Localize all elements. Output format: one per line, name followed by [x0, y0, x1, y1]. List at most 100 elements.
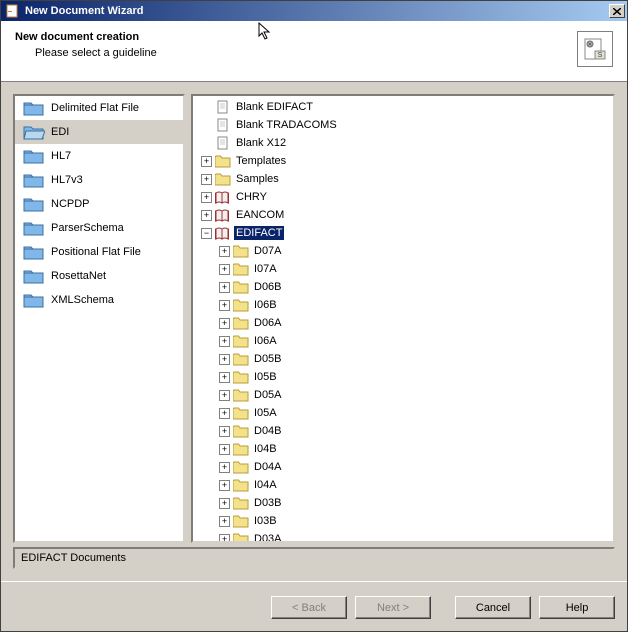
category-item[interactable]: XMLSchema [15, 288, 183, 312]
expand-icon[interactable]: + [219, 264, 230, 275]
tree-node[interactable]: + D04B [197, 422, 613, 440]
expand-icon[interactable]: + [219, 480, 230, 491]
wizard-header: New document creation Please select a gu… [1, 21, 627, 82]
tree-node[interactable]: +D05B [197, 350, 613, 368]
folder-icon [233, 370, 249, 384]
window-title: New Document Wizard [25, 5, 143, 17]
tree-node[interactable]: Blank X12 [197, 134, 613, 152]
category-item[interactable]: EDI [15, 120, 183, 144]
collapse-icon[interactable]: − [201, 228, 212, 239]
tree-node[interactable]: +D07A [197, 242, 613, 260]
tree-node-label: EANCOM [234, 208, 286, 222]
category-item[interactable]: Positional Flat File [15, 240, 183, 264]
tree-node[interactable]: Blank TRADACOMS [197, 116, 613, 134]
category-item[interactable]: NCPDP [15, 192, 183, 216]
category-item[interactable]: RosettaNet [15, 264, 183, 288]
expand-icon[interactable]: + [219, 300, 230, 311]
folder-icon [233, 316, 249, 330]
tree-node[interactable]: Blank EDIFACT [197, 98, 613, 116]
tree-node[interactable]: +I06B [197, 296, 613, 314]
category-list[interactable]: Delimited Flat FileEDI HL7 HL7v3NCPDPParse… [13, 94, 185, 543]
expand-icon[interactable]: + [219, 498, 230, 509]
tree-node-label: Samples [234, 172, 281, 186]
expand-icon[interactable]: + [219, 354, 230, 365]
folder-icon [233, 334, 249, 348]
wizard-window: New Document Wizard New document creatio… [0, 0, 628, 632]
tree-node[interactable]: +I03B [197, 512, 613, 530]
back-button[interactable]: < Back [271, 596, 347, 619]
expand-icon[interactable]: + [219, 426, 230, 437]
category-item[interactable]: ParserSchema [15, 216, 183, 240]
tree-node-label: I07A [252, 262, 279, 276]
folder-icon [23, 171, 45, 189]
folder-icon [233, 496, 249, 510]
tree-node-label: I05B [252, 370, 279, 384]
tree-node-label: D03A [252, 532, 284, 541]
expand-icon[interactable]: + [219, 246, 230, 257]
close-button[interactable] [609, 4, 625, 18]
folder-icon [23, 267, 45, 285]
expand-icon[interactable]: + [219, 516, 230, 527]
expand-icon[interactable]: + [219, 408, 230, 419]
tree-node[interactable]: +D03B [197, 494, 613, 512]
expand-icon[interactable]: + [201, 210, 212, 221]
tree-node[interactable]: +I04B [197, 440, 613, 458]
expand-icon[interactable]: + [201, 156, 212, 167]
folder-icon [233, 442, 249, 456]
book-icon [215, 208, 231, 222]
tree-node[interactable]: + EANCOM [197, 206, 613, 224]
next-button[interactable]: Next > [355, 596, 431, 619]
category-item[interactable]: Delimited Flat File [15, 96, 183, 120]
tree-node[interactable]: +D05A [197, 386, 613, 404]
expand-icon[interactable]: + [219, 318, 230, 329]
category-item[interactable]: HL7 [15, 144, 183, 168]
status-text: EDIFACT Documents [21, 552, 126, 564]
tree-node[interactable]: + I06A [197, 332, 613, 350]
expand-icon[interactable]: + [201, 174, 212, 185]
expand-icon[interactable]: + [219, 372, 230, 383]
tree-node-label: D06B [252, 280, 284, 294]
expand-icon[interactable]: + [219, 462, 230, 473]
tree-node-label: Blank EDIFACT [234, 100, 315, 114]
expand-icon[interactable]: + [219, 534, 230, 542]
folder-icon [233, 280, 249, 294]
svg-text:S: S [598, 52, 603, 59]
tree-node[interactable]: + Templates [197, 152, 613, 170]
tree-node[interactable]: + D03A [197, 530, 613, 541]
tree-node[interactable]: + D06B [197, 278, 613, 296]
tree-node-label: Templates [234, 154, 288, 168]
folder-icon [23, 243, 45, 261]
header-subtitle: Please select a guideline [35, 47, 157, 59]
tree-node[interactable]: +D06A [197, 314, 613, 332]
help-button[interactable]: Help [539, 596, 615, 619]
tree-node[interactable]: +I05A [197, 404, 613, 422]
expand-icon[interactable]: + [219, 282, 230, 293]
doc-icon [215, 136, 231, 150]
category-item[interactable]: HL7v3 [15, 168, 183, 192]
cancel-button[interactable]: Cancel [455, 596, 531, 619]
category-label: RosettaNet [51, 270, 106, 282]
expand-icon[interactable]: + [219, 336, 230, 347]
tree-node[interactable]: +D04A [197, 458, 613, 476]
tree-node[interactable]: + Samples [197, 170, 613, 188]
tree-node[interactable]: + I07A [197, 260, 613, 278]
expand-icon[interactable]: + [219, 444, 230, 455]
folder-icon [23, 147, 45, 165]
book-icon [215, 190, 231, 204]
status-bar: EDIFACT Documents [13, 547, 615, 569]
tree-node-label: I06A [252, 334, 279, 348]
tree-node[interactable]: + I05B [197, 368, 613, 386]
folder-icon [23, 99, 45, 117]
tree-node-label: D04B [252, 424, 284, 438]
tree-node[interactable]: −EDIFACT [197, 224, 613, 242]
expand-icon[interactable]: + [201, 192, 212, 203]
tree-node[interactable]: +CHRY [197, 188, 613, 206]
tree-node[interactable]: +I04A [197, 476, 613, 494]
folder-icon [23, 123, 45, 141]
tree-scroll[interactable]: Blank EDIFACT Blank TRADACOMS Blank X12 + Te… [193, 96, 613, 541]
expand-icon[interactable]: + [219, 390, 230, 401]
category-label: HL7 [51, 150, 71, 162]
tree-node-label: Blank TRADACOMS [234, 118, 339, 132]
doc-icon [215, 118, 231, 132]
folder-icon [233, 478, 249, 492]
